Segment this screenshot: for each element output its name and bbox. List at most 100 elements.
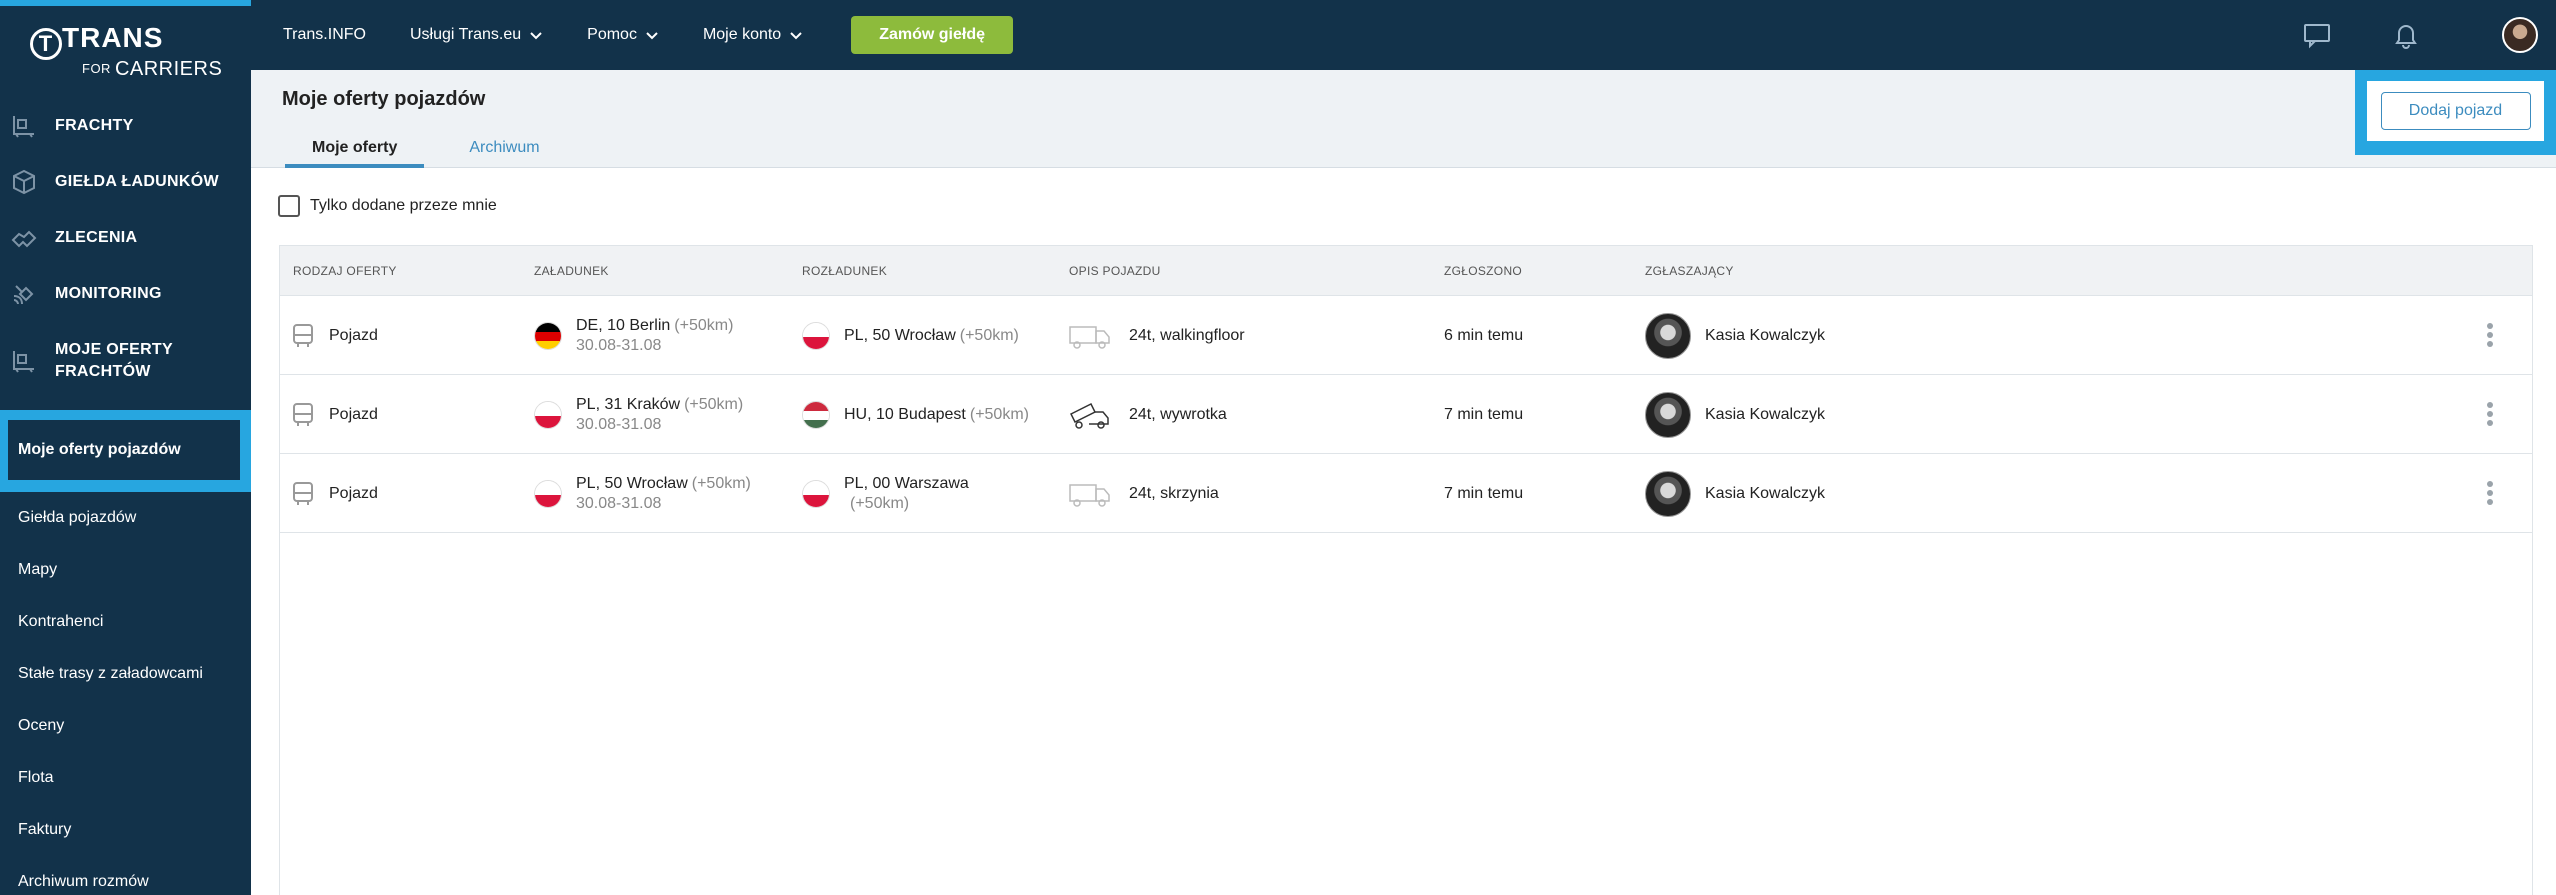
tab-moje-oferty[interactable]: Moje oferty <box>285 128 425 168</box>
add-vehicle-button[interactable]: Dodaj pojazd <box>2380 92 2531 130</box>
top-nav: Trans.INFO Usługi Trans.eu Pomoc Moje ko… <box>283 0 1013 70</box>
page-title: Moje oferty pojazdów <box>282 88 486 110</box>
truck-icon <box>1069 483 1110 507</box>
vehicle-desc: 24t, skrzynia <box>1129 484 1219 502</box>
bus-icon <box>293 481 313 505</box>
table-row[interactable]: Pojazd PL, 31 Kraków (+50km) 30.08-31.08 H… <box>280 375 2532 454</box>
reported-time: 7 min temu <box>1444 405 1524 423</box>
tab-archiwum[interactable]: Archiwum <box>442 128 566 168</box>
sidebar-item-gielda-ladunkow[interactable]: GIEŁDA ŁADUNKÓW <box>0 154 251 210</box>
reporter-name[interactable]: Kasia Kowalczyk <box>1705 485 1825 503</box>
sidebar-item-label: GIEŁDA ŁADUNKÓW <box>55 173 219 190</box>
top-icons <box>2296 0 2556 70</box>
sidebar-item-zlecenia[interactable]: ZLECENIA <box>0 210 251 266</box>
sidebar-item-gielda-pojazdow[interactable]: Giełda pojazdów <box>0 492 251 544</box>
filter-label: Tylko dodane przeze mnie <box>310 197 497 214</box>
reported-time: 6 min temu <box>1444 326 1524 344</box>
chat-icon[interactable] <box>2302 20 2332 50</box>
reporter-avatar <box>1645 312 1691 359</box>
main-nav: FRACHTY GIEŁDA ŁADUNKÓW ZLECENIA MONITOR… <box>0 98 251 400</box>
col-vehicle-desc[interactable]: OPIS POJAZDU <box>1069 246 1161 296</box>
top-link-trans-info[interactable]: Trans.INFO <box>283 26 366 44</box>
reporter-avatar <box>1645 391 1691 438</box>
flag-pl-icon <box>802 321 830 350</box>
sidebar-item-frachty[interactable]: FRACHTY <box>0 98 251 154</box>
reporter-avatar <box>1645 470 1691 517</box>
sidebar-accent-bar <box>0 0 251 6</box>
unloading-place: PL, 50 Wrocław (+50km) <box>844 326 1019 344</box>
sidebar-item-label: FRACHTY <box>55 117 134 134</box>
sidebar-item-flota[interactable]: Flota <box>0 752 251 804</box>
flag-pl-icon <box>534 479 562 508</box>
filter-own-only[interactable]: Tylko dodane przeze mnie <box>278 195 497 217</box>
logo-mark: T TRANS <box>30 22 163 60</box>
flag-pl-icon <box>802 479 830 508</box>
top-link-pomoc[interactable]: Pomoc <box>587 26 659 44</box>
offer-type: Pojazd <box>329 326 378 344</box>
cargo-icon <box>13 116 34 138</box>
satellite-icon <box>13 285 34 305</box>
table-row[interactable]: Pojazd DE, 10 Berlin (+50km) 30.08-31.08 P… <box>280 296 2532 375</box>
sub-nav: Moje oferty pojazdów Giełda pojazdów Map… <box>0 410 251 895</box>
sidebar-item-mapy[interactable]: Mapy <box>0 544 251 596</box>
top-link-moje-konto[interactable]: Moje konto <box>703 26 803 44</box>
col-loading[interactable]: ZAŁADUNEK <box>534 246 609 296</box>
reported-time: 7 min temu <box>1444 484 1524 502</box>
own-only-checkbox[interactable] <box>278 195 300 217</box>
row-more-icon[interactable] <box>2486 323 2494 349</box>
chevron-down-icon <box>530 32 542 40</box>
bus-icon <box>293 323 313 347</box>
sidebar-item-label: Moje oferty pojazdów <box>8 420 240 480</box>
sidebar-item-label: MONITORING <box>55 285 162 302</box>
table-header: RODZAJ OFERTY ZAŁADUNEK ROZŁADUNEK OPIS … <box>280 246 2532 296</box>
offers-table: RODZAJ OFERTY ZAŁADUNEK ROZŁADUNEK OPIS … <box>279 245 2533 895</box>
sidebar-item-faktury[interactable]: Faktury <box>0 804 251 856</box>
col-offer-type[interactable]: RODZAJ OFERTY <box>293 246 397 296</box>
sidebar: T TRANS FOR CARRIERS FRACHTY GIEŁDA ŁADUNK… <box>0 0 251 895</box>
top-link-uslugi[interactable]: Usługi Trans.eu <box>410 26 543 44</box>
sidebar-item-moje-oferty-pojazdow[interactable]: Moje oferty pojazdów <box>0 410 251 492</box>
page-header: Moje oferty pojazdów Moje oferty Archiwu… <box>251 70 2556 168</box>
flag-de-icon <box>534 321 562 350</box>
handshake-icon <box>11 230 37 248</box>
bus-icon <box>293 402 313 426</box>
sidebar-item-archiwum-rozmow[interactable]: Archiwum rozmów <box>0 856 251 895</box>
order-exchange-button[interactable]: Zamów giełdę <box>851 16 1013 54</box>
sidebar-item-oceny[interactable]: Oceny <box>0 700 251 752</box>
sidebar-item-kontrahenci[interactable]: Kontrahenci <box>0 596 251 648</box>
flag-hu-icon <box>802 400 830 429</box>
table-row[interactable]: Pojazd PL, 50 Wrocław (+50km) 30.08-31.08 … <box>280 454 2532 533</box>
sidebar-item-stale-trasy[interactable]: Stałe trasy z załadowcami <box>0 648 251 700</box>
row-more-icon[interactable] <box>2486 481 2494 507</box>
col-reported[interactable]: ZGŁOSZONO <box>1444 246 1522 296</box>
user-avatar[interactable] <box>2502 17 2538 53</box>
chevron-down-icon <box>646 32 658 40</box>
vehicle-desc: 24t, walkingfloor <box>1129 326 1245 344</box>
top-bar: Trans.INFO Usługi Trans.eu Pomoc Moje ko… <box>251 0 2556 70</box>
add-vehicle-container: Dodaj pojazd <box>2367 81 2544 141</box>
sidebar-item-monitoring[interactable]: MONITORING <box>0 266 251 322</box>
offer-type: Pojazd <box>329 484 378 502</box>
trans-logo[interactable]: T TRANS FOR CARRIERS <box>30 20 230 80</box>
chevron-down-icon <box>790 32 802 40</box>
unloading-place: HU, 10 Budapest (+50km) <box>844 405 1029 423</box>
box-icon <box>13 169 35 195</box>
truck-icon <box>1069 325 1110 349</box>
main-content: Tylko dodane przeze mnie RODZAJ OFERTY Z… <box>251 168 2556 895</box>
logo-sub: FOR CARRIERS <box>82 58 223 80</box>
sidebar-item-label: MOJE OFERTY FRACHTÓW <box>55 341 173 380</box>
row-more-icon[interactable] <box>2486 402 2494 428</box>
tabs: Moje oferty Archiwum <box>285 128 585 168</box>
sidebar-item-moje-oferty-frachtow[interactable]: MOJE OFERTY FRACHTÓW <box>0 322 251 400</box>
col-unloading[interactable]: ROZŁADUNEK <box>802 246 887 296</box>
sidebar-item-label: ZLECENIA <box>55 229 138 246</box>
unloading-place: PL, 00 Warszawa (+50km) <box>844 474 969 512</box>
vehicle-desc: 24t, wywrotka <box>1129 405 1227 423</box>
flag-pl-icon <box>534 400 562 429</box>
add-vehicle-highlight: Dodaj pojazd <box>2355 70 2556 155</box>
bell-icon[interactable] <box>2391 20 2421 50</box>
col-reporter[interactable]: ZGŁASZAJĄCY <box>1645 246 1734 296</box>
reporter-name[interactable]: Kasia Kowalczyk <box>1705 327 1825 345</box>
reporter-name[interactable]: Kasia Kowalczyk <box>1705 406 1825 424</box>
cargo-offer-icon <box>13 351 34 373</box>
